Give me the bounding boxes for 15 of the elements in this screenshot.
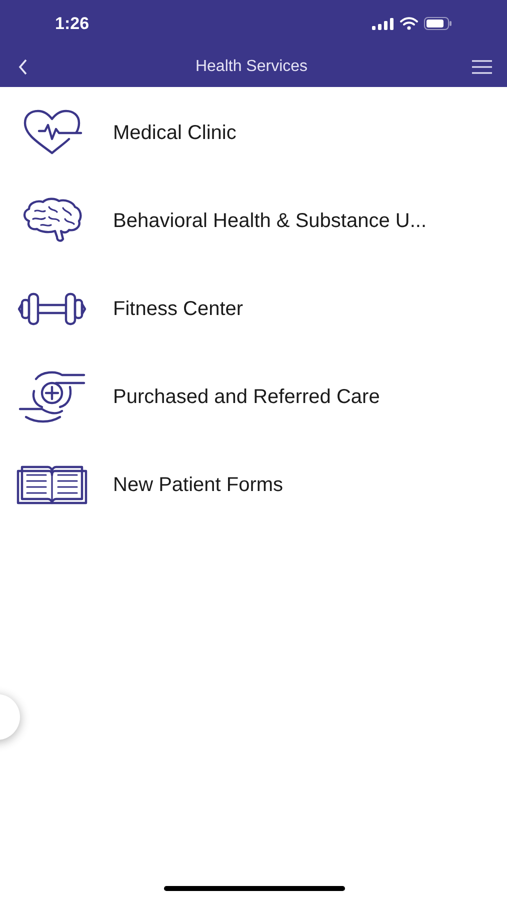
back-icon: [18, 59, 28, 75]
service-label[interactable]: Behavioral Health & Substance U...: [113, 206, 427, 236]
battery-icon: [424, 17, 452, 30]
service-label[interactable]: Medical Clinic: [113, 118, 236, 148]
status-time: 1:26: [55, 12, 90, 35]
signal-icon: [372, 18, 394, 30]
screen-title: Health Services: [195, 57, 308, 77]
menu-icon: [472, 60, 492, 74]
service-label[interactable]: Fitness Center: [113, 294, 244, 324]
menu-button[interactable]: [470, 58, 493, 76]
dumbbell-icon: [16, 291, 88, 327]
open-book-icon: [16, 465, 88, 505]
service-label[interactable]: Purchased and Referred Care: [113, 382, 380, 412]
service-label[interactable]: New Patient Forms: [113, 470, 284, 500]
wifi-icon: [400, 17, 418, 30]
